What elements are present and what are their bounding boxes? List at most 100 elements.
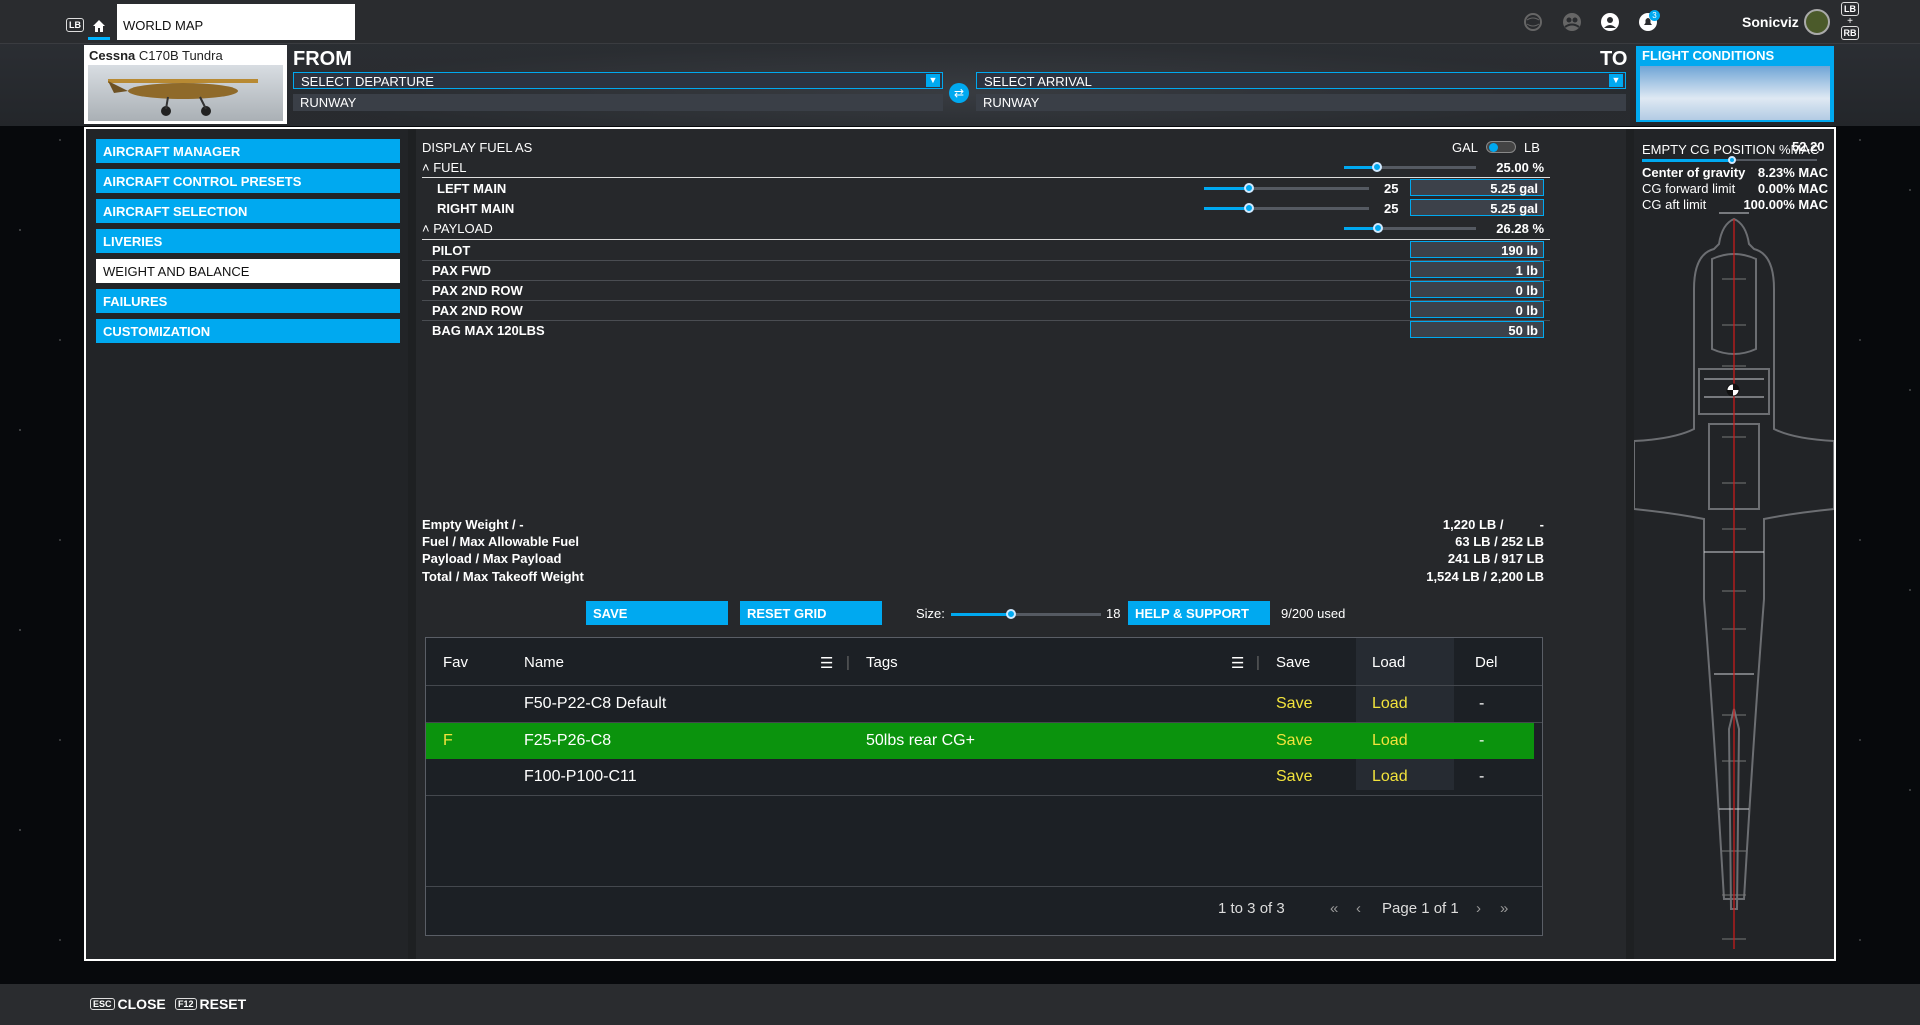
col-header-name[interactable]: Name (524, 654, 564, 671)
row-load-link[interactable]: Load (1372, 732, 1408, 750)
last-page-icon[interactable]: » (1500, 900, 1508, 917)
cg-label: Center of gravity (1642, 165, 1746, 180)
fuel-slider[interactable] (1344, 162, 1476, 172)
chevron-down-icon: ▼ (1609, 74, 1623, 87)
menu-icon[interactable]: ☰ (1231, 654, 1244, 672)
aircraft-manager-panel: AIRCRAFT MANAGER AIRCRAFT CONTROL PRESET… (84, 127, 1836, 961)
fuel-section-row[interactable]: ˄ FUEL 25.00 % (422, 157, 1550, 177)
station-pax-2nd-row-input[interactable]: 0 lb (1410, 281, 1544, 298)
arrival-select[interactable]: SELECT ARRIVAL ▼ (976, 72, 1626, 89)
right-main-input[interactable]: 5.25 gal (1410, 199, 1544, 216)
sidebar-item-aircraft-selection[interactable]: AIRCRAFT SELECTION (96, 199, 400, 223)
flight-conditions-label: FLIGHT CONDITIONS (1642, 48, 1775, 63)
avatar[interactable] (1804, 9, 1830, 35)
swap-airports-button[interactable]: ⇄ (949, 83, 969, 103)
col-header-load[interactable]: Load (1372, 654, 1405, 671)
left-main-slider[interactable] (1204, 183, 1369, 193)
table-row-selected[interactable]: F F25-P26-C8 50lbs rear CG+ Save Load - (426, 723, 1534, 759)
plus-hint: + (1847, 16, 1853, 27)
presets-used-count: 9/200 used (1281, 606, 1346, 621)
close-button[interactable]: ESC CLOSE (90, 996, 166, 1012)
user-name[interactable]: Sonicviz (1742, 14, 1799, 30)
grid-size-slider[interactable] (951, 609, 1101, 619)
left-main-input[interactable]: 5.25 gal (1410, 179, 1544, 196)
home-button[interactable] (88, 16, 110, 40)
menu-icon[interactable]: ☰ (820, 654, 833, 672)
station-row: BAG MAX 120LBS 50 lb (422, 320, 1550, 340)
cg-value: 8.23% MAC (1757, 165, 1828, 180)
flight-conditions-card[interactable]: FLIGHT CONDITIONS (1636, 46, 1834, 122)
row-save-link[interactable]: Save (1276, 768, 1312, 786)
reset-grid-button[interactable]: RESET GRID (740, 601, 882, 625)
col-header-save[interactable]: Save (1276, 654, 1310, 671)
rb-hint-stack: LB + RB (1840, 2, 1860, 42)
cg-position-slider[interactable] (1642, 156, 1817, 164)
departure-runway-select[interactable]: RUNWAY (293, 94, 943, 111)
right-main-row: RIGHT MAIN 25 5.25 gal (422, 198, 1550, 218)
footer-divider (426, 886, 1542, 887)
swap-icon: ⇄ (953, 86, 965, 100)
station-baggage-input[interactable]: 50 lb (1410, 321, 1544, 338)
top-bar: LB WORLD MAP 3 Sonicviz LB + RB (0, 0, 1920, 44)
payload-section-row[interactable]: ˄ PAYLOAD 26.28 % (422, 218, 1550, 238)
tab-world-map[interactable]: WORLD MAP (117, 4, 355, 40)
right-main-slider[interactable] (1204, 203, 1369, 213)
next-page-icon[interactable]: › (1476, 900, 1481, 917)
column-separator: | (1256, 654, 1260, 671)
aircraft-thumbnail (88, 65, 283, 121)
sidebar-item-weight-and-balance[interactable]: WEIGHT AND BALANCE (96, 259, 400, 283)
station-pax-2nd-row-input[interactable]: 0 lb (1410, 301, 1544, 318)
station-pax-fwd-input[interactable]: 1 lb (1410, 261, 1544, 278)
friends-icon[interactable] (1562, 12, 1582, 32)
row-delete-link[interactable]: - (1479, 732, 1484, 750)
row-load-link[interactable]: Load (1372, 695, 1408, 713)
aircraft-card[interactable]: Cessna C170B Tundra (84, 45, 287, 124)
weight-balance-content: DISPLAY FUEL AS GAL LB ˄ FUEL 25.00 % LE… (416, 129, 1626, 959)
page-indicator: Page 1 of 1 (1382, 900, 1459, 917)
column-separator: | (846, 654, 850, 671)
row-delete-link[interactable]: - (1479, 768, 1484, 786)
col-header-fav[interactable]: Fav (443, 654, 468, 671)
row-load-link[interactable]: Load (1372, 768, 1408, 786)
sidebar-item-failures[interactable]: FAILURES (96, 289, 400, 313)
station-pilot-input[interactable]: 190 lb (1410, 241, 1544, 258)
from-label: FROM (293, 48, 352, 70)
sidebar-item-aircraft-manager[interactable]: AIRCRAFT MANAGER (96, 139, 400, 163)
arrival-runway-select[interactable]: RUNWAY (976, 94, 1626, 111)
left-main-row: LEFT MAIN 25 5.25 gal (422, 178, 1550, 198)
fuel-section-label: ˄ FUEL (422, 160, 467, 175)
cg-fwd-value: 0.00% MAC (1757, 181, 1828, 196)
summary-fuel: Fuel / Max Allowable Fuel 63 LB / 252 LB (422, 534, 1544, 549)
departure-select[interactable]: SELECT DEPARTURE ▼ (293, 72, 943, 89)
payload-slider[interactable] (1344, 223, 1476, 233)
globe-icon[interactable] (1523, 12, 1543, 32)
reset-button[interactable]: F12 RESET (175, 996, 246, 1012)
notification-count-badge: 3 (1649, 10, 1660, 21)
help-support-button[interactable]: HELP & SUPPORT (1128, 601, 1270, 625)
row-divider (426, 795, 1542, 796)
summary-total: Total / Max Takeoff Weight 1,524 LB / 2,2… (422, 569, 1544, 584)
table-row[interactable]: F100-P100-C11 Save Load - (426, 759, 1542, 795)
save-button[interactable]: SAVE (586, 601, 728, 625)
fuel-unit-toggle[interactable] (1486, 141, 1516, 153)
sidebar-item-liveries[interactable]: LIVERIES (96, 229, 400, 253)
aircraft-topview-diagram (1634, 212, 1834, 949)
row-delete-link[interactable]: - (1479, 695, 1484, 713)
presets-grid: Fav Name ☰ | Tags ☰ | Save Load Del F50-… (425, 637, 1543, 936)
row-save-link[interactable]: Save (1276, 732, 1312, 750)
table-row[interactable]: F50-P22-C8 Default Save Load - (426, 686, 1542, 722)
summary-empty-weight: Empty Weight / -1,220 LB / - (422, 517, 1544, 532)
first-page-icon[interactable]: « (1330, 900, 1338, 917)
profile-icon[interactable] (1600, 12, 1620, 32)
sidebar-item-aircraft-control-presets[interactable]: AIRCRAFT CONTROL PRESETS (96, 169, 400, 193)
grid-size-value: 18 (1106, 606, 1121, 621)
station-row: PAX FWD 1 lb (422, 260, 1550, 280)
sidebar-item-customization[interactable]: CUSTOMIZATION (96, 319, 400, 343)
col-header-del[interactable]: Del (1475, 654, 1498, 671)
size-label: Size: (916, 606, 945, 621)
sky-thumbnail (1640, 66, 1830, 120)
sidebar: AIRCRAFT MANAGER AIRCRAFT CONTROL PRESET… (86, 129, 408, 959)
prev-page-icon[interactable]: ‹ (1356, 900, 1361, 917)
col-header-tags[interactable]: Tags (866, 654, 898, 671)
row-save-link[interactable]: Save (1276, 695, 1312, 713)
